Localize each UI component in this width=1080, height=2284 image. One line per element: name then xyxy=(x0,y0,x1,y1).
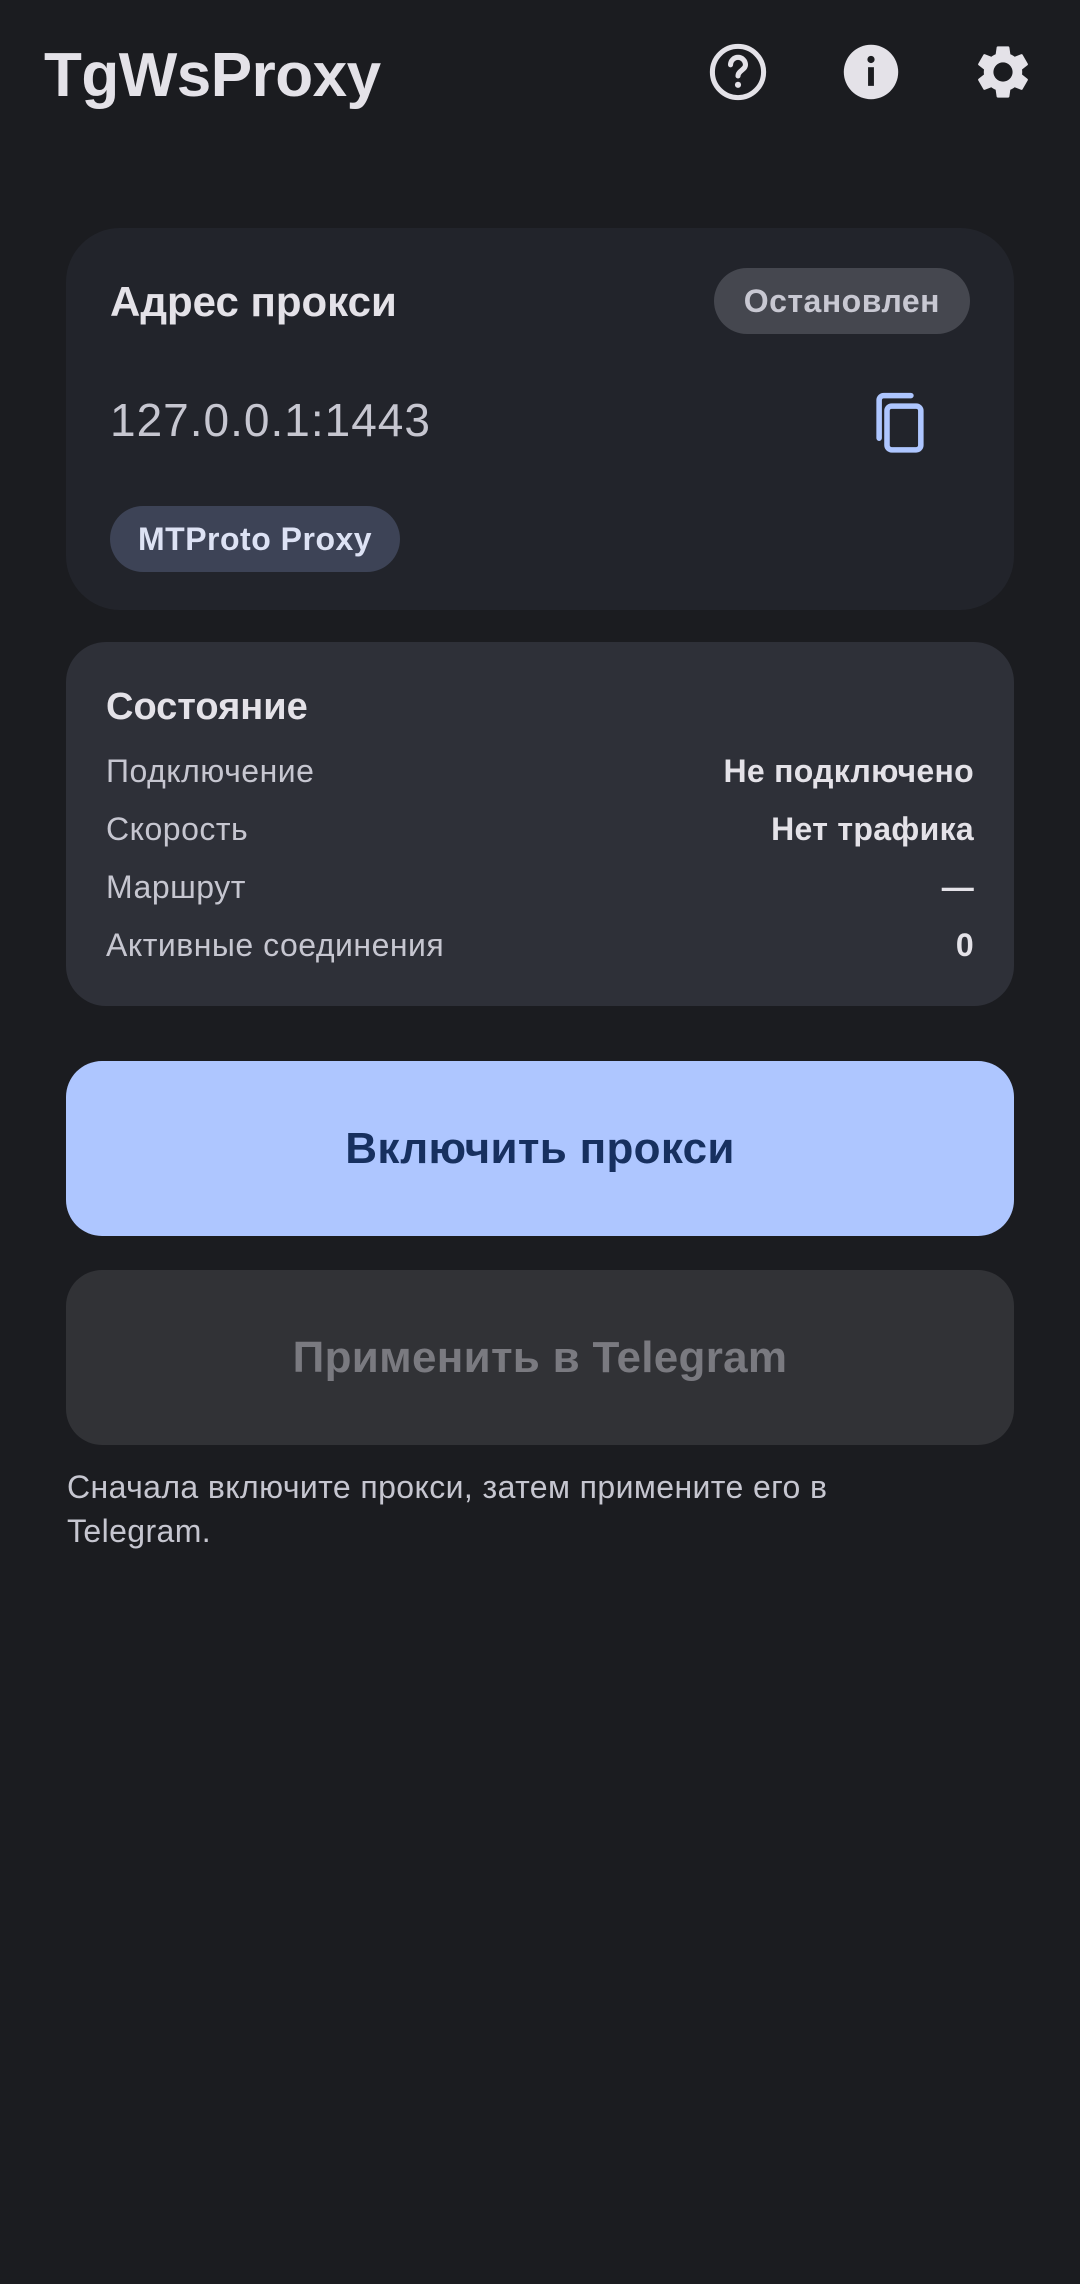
state-row-speed: Скорость Нет трафика xyxy=(106,806,974,852)
proxy-address-card: Адрес прокси Остановлен 127.0.0.1:1443 M… xyxy=(66,228,1014,610)
state-card: Состояние Подключение Не подключено Скор… xyxy=(66,642,1014,1006)
top-app-bar: TgWsProxy xyxy=(0,0,1080,150)
info-icon[interactable] xyxy=(839,40,903,104)
state-row-label: Маршрут xyxy=(106,869,246,905)
apply-in-telegram-button[interactable]: Применить в Telegram xyxy=(66,1270,1014,1445)
state-row-value: — xyxy=(941,869,974,905)
hint-text: Сначала включите прокси, затем примените… xyxy=(67,1469,828,1549)
status-badge: Остановлен xyxy=(713,268,970,334)
state-row-connection: Подключение Не подключено xyxy=(106,748,974,794)
state-row-label: Скорость xyxy=(106,811,249,847)
state-row-value: 0 xyxy=(955,927,974,963)
proxy-address-value: 127.0.0.1:1443 xyxy=(110,394,431,446)
state-row-value: Нет трафика xyxy=(771,811,974,847)
state-title: Состояние xyxy=(106,686,308,728)
copy-icon[interactable] xyxy=(866,388,936,458)
proxy-type-chip: MTProto Proxy xyxy=(110,506,401,572)
state-row-label: Подключение xyxy=(106,753,315,789)
state-row-value: Не подключено xyxy=(723,753,974,789)
app-title: TgWsProxy xyxy=(44,41,381,110)
enable-proxy-button[interactable]: Включить прокси xyxy=(66,1061,1014,1236)
state-row-label: Активные соединения xyxy=(106,927,445,963)
state-row-active-connections: Активные соединения 0 xyxy=(106,922,974,968)
proxy-address-title: Адрес прокси xyxy=(110,278,397,325)
state-row-route: Маршрут — xyxy=(106,864,974,910)
help-circle-icon[interactable] xyxy=(706,40,770,104)
gear-icon[interactable] xyxy=(971,40,1035,104)
